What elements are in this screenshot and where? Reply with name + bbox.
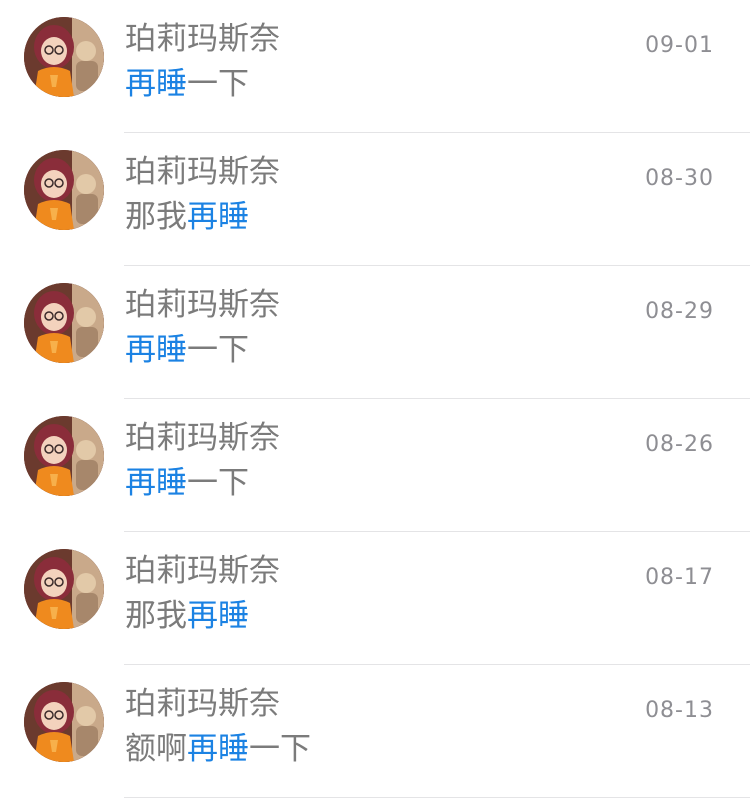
- snippet-before: 那我: [125, 199, 187, 235]
- avatar[interactable]: [24, 416, 104, 496]
- snippet-match-highlight: 再睡: [187, 731, 249, 767]
- snippet-after: 一下: [249, 731, 311, 767]
- avatar[interactable]: [24, 17, 104, 97]
- message-snippet: 再睡一下: [125, 463, 249, 503]
- message-snippet: 那我再睡: [125, 197, 249, 237]
- anime-girl-avatar-icon: [24, 416, 104, 496]
- snippet-match-highlight: 再睡: [125, 66, 187, 102]
- avatar[interactable]: [24, 150, 104, 230]
- sender-name: 珀莉玛斯奈: [125, 154, 280, 190]
- avatar[interactable]: [24, 283, 104, 363]
- snippet-before: 那我: [125, 598, 187, 634]
- sender-name: 珀莉玛斯奈: [125, 420, 280, 456]
- snippet-after: 一下: [187, 66, 249, 102]
- snippet-match-highlight: 再睡: [125, 465, 187, 501]
- message-snippet: 再睡一下: [125, 330, 249, 370]
- result-row[interactable]: 珀莉玛斯奈 再睡一下 08-26: [0, 399, 750, 532]
- message-date: 09-01: [645, 33, 714, 58]
- search-results-list: 珀莉玛斯奈 再睡一下 09-01 珀莉玛斯奈 那我再睡 08-30 珀莉玛斯奈 …: [0, 0, 750, 798]
- result-row[interactable]: 珀莉玛斯奈 额啊再睡一下 08-13: [0, 665, 750, 798]
- message-snippet: 再睡一下: [125, 64, 249, 104]
- anime-girl-avatar-icon: [24, 549, 104, 629]
- message-date: 08-13: [645, 698, 714, 723]
- sender-name: 珀莉玛斯奈: [125, 287, 280, 323]
- anime-girl-avatar-icon: [24, 150, 104, 230]
- message-date: 08-26: [645, 432, 714, 457]
- message-date: 08-30: [645, 166, 714, 191]
- avatar[interactable]: [24, 549, 104, 629]
- snippet-after: 一下: [187, 332, 249, 368]
- snippet-match-highlight: 再睡: [187, 199, 249, 235]
- snippet-after: 一下: [187, 465, 249, 501]
- anime-girl-avatar-icon: [24, 283, 104, 363]
- message-snippet: 那我再睡: [125, 596, 249, 636]
- anime-girl-avatar-icon: [24, 682, 104, 762]
- avatar[interactable]: [24, 682, 104, 762]
- anime-girl-avatar-icon: [24, 17, 104, 97]
- sender-name: 珀莉玛斯奈: [125, 686, 280, 722]
- result-row[interactable]: 珀莉玛斯奈 那我再睡 08-17: [0, 532, 750, 665]
- message-date: 08-29: [645, 299, 714, 324]
- result-row[interactable]: 珀莉玛斯奈 再睡一下 09-01: [0, 0, 750, 133]
- snippet-match-highlight: 再睡: [125, 332, 187, 368]
- result-row[interactable]: 珀莉玛斯奈 那我再睡 08-30: [0, 133, 750, 266]
- message-snippet: 额啊再睡一下: [125, 729, 311, 769]
- result-row[interactable]: 珀莉玛斯奈 再睡一下 08-29: [0, 266, 750, 399]
- snippet-match-highlight: 再睡: [187, 598, 249, 634]
- sender-name: 珀莉玛斯奈: [125, 21, 280, 57]
- sender-name: 珀莉玛斯奈: [125, 553, 280, 589]
- snippet-before: 额啊: [125, 731, 187, 767]
- message-date: 08-17: [645, 565, 714, 590]
